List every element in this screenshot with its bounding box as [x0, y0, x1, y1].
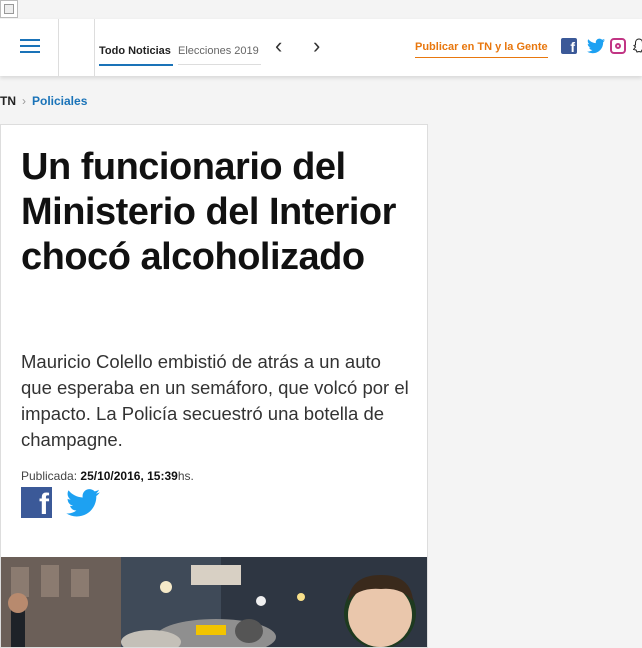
chevron-left-icon[interactable]: ‹	[275, 35, 282, 57]
twitter-share-icon[interactable]	[66, 489, 100, 517]
twitter-icon[interactable]	[587, 38, 605, 54]
instagram-icon[interactable]	[610, 38, 626, 54]
published-label: Publicada:	[21, 469, 78, 483]
tab-elecciones-2019[interactable]: Elecciones 2019	[178, 45, 261, 65]
breadcrumb-separator-icon: ›	[22, 94, 26, 108]
article-title: Un funcionario del Ministerio del Interi…	[21, 146, 396, 278]
facebook-share-icon[interactable]: f	[21, 487, 52, 520]
facebook-icon[interactable]: f	[561, 38, 577, 54]
article-photo	[1, 557, 427, 647]
breadcrumb-category[interactable]: Policiales	[32, 94, 87, 108]
broken-image-icon	[0, 0, 18, 18]
publish-link[interactable]: Publicar en TN y la Gente	[415, 41, 548, 58]
chevron-right-icon[interactable]: ›	[313, 35, 320, 57]
header-divider	[94, 19, 95, 76]
header-divider	[58, 19, 59, 76]
top-header: Todo Noticias Elecciones 2019 ‹ › Public…	[0, 19, 642, 76]
article-lead: Mauricio Colello embistió de atrás a un …	[21, 351, 409, 450]
published-info: Publicada: 25/10/2016, 15:39hs.	[21, 469, 194, 483]
breadcrumb-home[interactable]: TN	[0, 94, 16, 108]
tab-todo-noticias[interactable]: Todo Noticias	[99, 45, 173, 66]
published-date: 25/10/2016, 15:39	[80, 469, 178, 483]
breadcrumb: TN › Policiales	[0, 94, 87, 108]
hamburger-menu-icon[interactable]	[20, 39, 40, 55]
article-card: Un funcionario del Ministerio del Interi…	[0, 124, 428, 648]
snapchat-icon[interactable]	[632, 38, 642, 54]
published-suffix: hs.	[177, 469, 194, 483]
